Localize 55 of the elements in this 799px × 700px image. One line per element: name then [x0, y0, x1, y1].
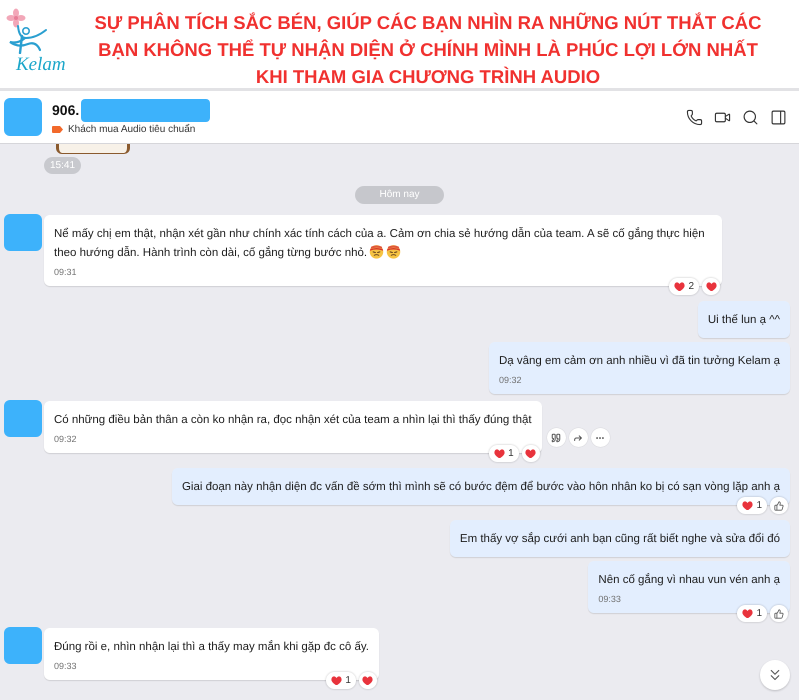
avatar-placeholder	[4, 627, 42, 664]
message-text: Nên cố gắng vì nhau vun vén anh ạ	[598, 572, 780, 588]
message-text: Có những điều bản thân a còn ko nhận ra, đọc nhận xét của team a nhìn lại thì thấy đúng thật	[54, 413, 532, 428]
forward-arrow-icon	[573, 432, 584, 442]
heart-reaction-count[interactable]: 1	[489, 445, 519, 462]
heart-icon	[742, 608, 754, 618]
heart-react-button[interactable]	[358, 672, 377, 689]
heart-reaction-count[interactable]: 2	[669, 278, 699, 295]
avatar-placeholder	[4, 98, 42, 136]
like-react-button[interactable]	[770, 497, 788, 514]
heart-reaction-count[interactable]: 1	[737, 497, 767, 514]
heart-icon	[525, 448, 536, 458]
like-react-button[interactable]	[770, 605, 788, 622]
date-divider-label: Hôm nay	[355, 186, 444, 204]
message-time: 09:33	[598, 593, 621, 605]
heart-icon	[674, 282, 686, 292]
headband-face-emoji-icon	[369, 244, 384, 259]
heart-icon	[494, 448, 506, 458]
heart-icon	[331, 676, 342, 686]
logo-text: Kelam	[16, 55, 66, 75]
heart-react-button[interactable]	[702, 278, 720, 295]
message-text: Nể mấy chị em thật, nhận xét gần như chính xác tính cách của a. Cảm ơn chia sẻ hướng dẫn của team. A sẽ cố gắng thực hiện theo hướng dẫn. Hành trình còn dài, cố gắng từng bước nhỏ.	[54, 226, 706, 261]
headband-face-emoji-icon	[386, 244, 402, 259]
thumbs-up-icon	[774, 608, 784, 618]
search-icon[interactable]	[742, 108, 759, 126]
heart-reaction-count[interactable]: 1	[326, 672, 356, 689]
message-time: 09:32	[498, 374, 522, 386]
banner-title-line: SỰ PHÂN TÍCH SẮC BÉN, GIÚP CÁC BẠN NHÌN RA NHỮNG NÚT THẮT CÁC	[94, 11, 762, 35]
banner-title-line: BẠN KHÔNG THỂ TỰ NHẬN DIỆN Ở CHÍNH MÌNH LÀ PHÚC LỢI LỚN NHẤT	[98, 38, 758, 62]
avatar-placeholder	[4, 400, 42, 437]
contact-tag: Khách mua Audio tiêu chuẩn	[68, 122, 196, 136]
message-text: Giai đoạn này nhận diện đc vấn đề sớm thì mình sẽ có bước đệm để bước vào hôn nhân ko bị có sạn vòng lặp anh ạ	[182, 480, 780, 495]
scroll-down-button[interactable]	[760, 660, 790, 690]
thumbs-up-icon	[774, 500, 784, 510]
message-time: 09:31	[54, 266, 77, 278]
message-text: Đúng rồi e, nhìn nhận lại thì a thấy may mắn khi gặp đc cô ấy.	[54, 639, 369, 655]
avatar-placeholder	[4, 214, 42, 251]
contact-name: 906.	[52, 101, 80, 120]
side-panel-icon[interactable]	[770, 108, 787, 126]
message-time: 09:32	[54, 433, 77, 445]
message-text: Ui thế lun ạ ^^	[708, 313, 780, 328]
forward-button[interactable]	[568, 428, 588, 447]
banner-title-line: KHI THAM GIA CHƯƠNG TRÌNH AUDIO	[256, 65, 600, 89]
quote-icon	[551, 432, 562, 442]
message-time: 09:33	[54, 660, 77, 672]
tag-icon	[52, 126, 63, 132]
message-text: Em thấy vợ sắp cưới anh bạn cũng rất biết nghe và sửa đổi đó	[460, 531, 780, 547]
heart-react-button[interactable]	[522, 445, 540, 462]
message-text: Dạ vâng em cảm ơn anh nhiều vì đã tin tưởng Kelam ạ	[498, 354, 780, 369]
phone-icon[interactable]	[686, 108, 703, 126]
heart-icon	[706, 282, 716, 292]
heart-icon	[742, 500, 754, 510]
heart-icon	[362, 676, 374, 686]
quote-reply-button[interactable]	[546, 428, 566, 447]
heart-reaction-count[interactable]: 1	[737, 605, 767, 622]
